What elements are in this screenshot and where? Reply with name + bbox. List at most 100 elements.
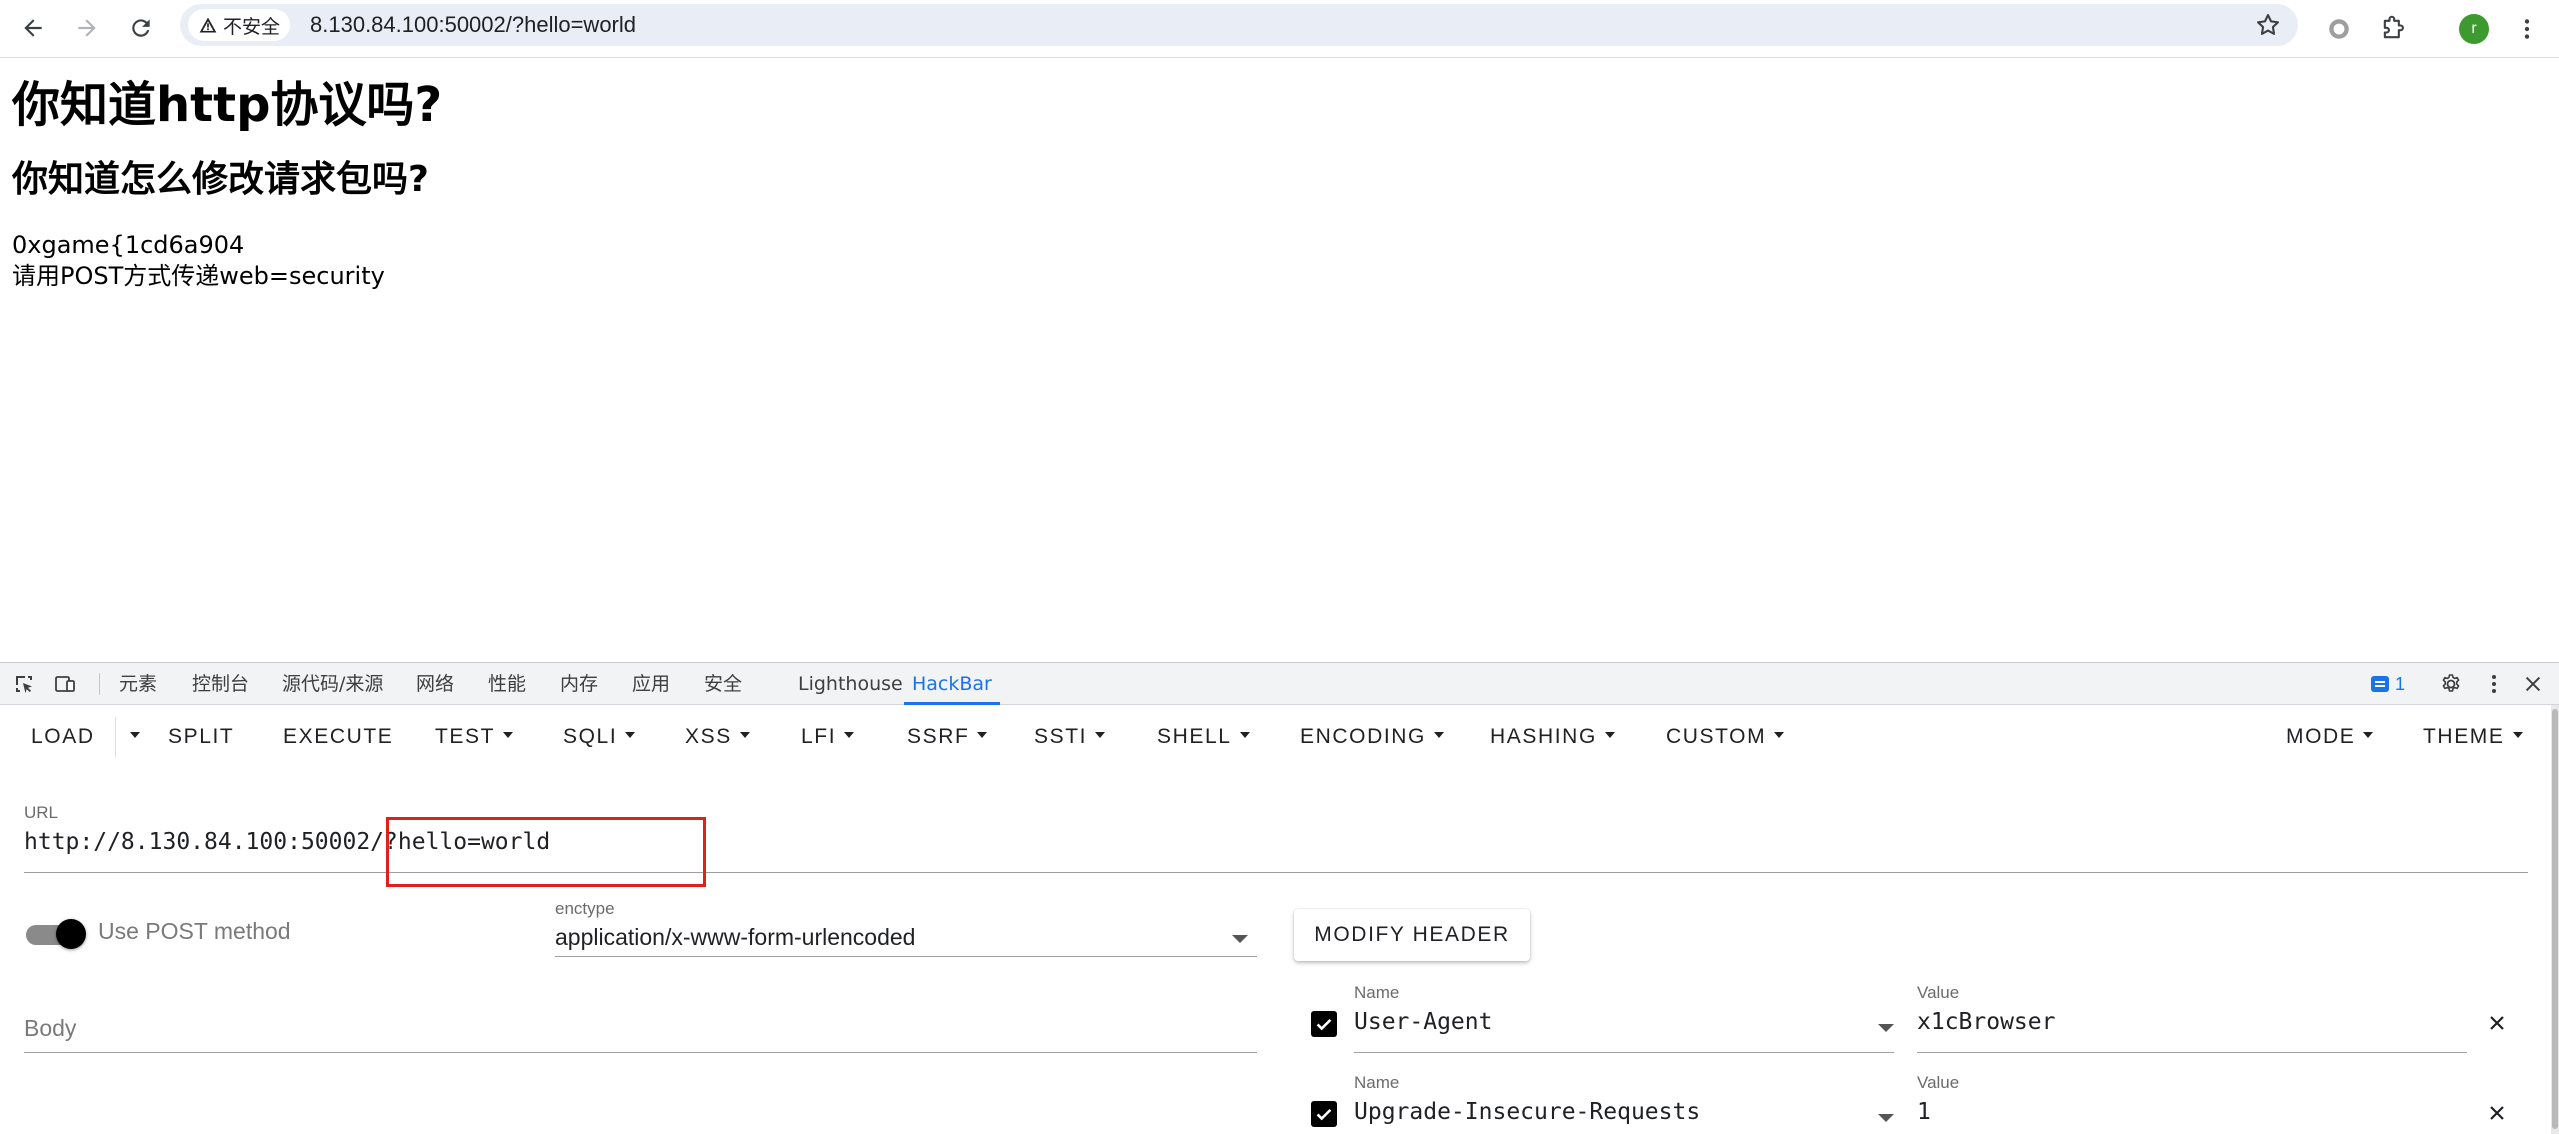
header-name-select[interactable]: User-Agent [1354,1009,1492,1035]
hackbar-ssrf-label: SSRF [907,725,970,748]
hackbar-load-dropdown[interactable] [122,705,140,769]
hackbar-split-button[interactable]: SPLIT [168,705,234,769]
hackbar-ssti-menu[interactable]: SSTI [1034,705,1106,769]
annotation-highlight-box [386,817,706,887]
chevron-down-icon [739,732,750,739]
profile-button[interactable]: r [2454,9,2494,49]
post-method-toggle[interactable] [26,919,86,949]
hackbar-load-button[interactable]: LOAD [31,705,95,769]
modify-header-button[interactable]: MODIFY HEADER [1294,909,1530,961]
security-label: 不安全 [223,16,281,38]
hackbar-ssrf-menu[interactable]: SSRF [907,705,988,769]
hackbar-encoding-menu[interactable]: ENCODING [1300,705,1444,769]
address-bar[interactable]: 不安全 8.130.84.100:50002/?hello=world [180,4,2298,46]
hackbar-custom-menu[interactable]: CUSTOM [1666,705,1785,769]
header-enabled-checkbox[interactable] [1311,1011,1337,1037]
tab-lighthouse[interactable]: Lighthouse [798,663,903,705]
post-method-label: Use POST method [98,918,291,944]
extensions-button[interactable] [2373,9,2413,49]
header-name-label: Name [1354,1073,1400,1092]
forward-button[interactable] [65,6,109,50]
hackbar-menu: LOAD SPLIT EXECUTE TEST SQLI XSS LFI SSR… [0,705,2559,769]
hackbar-scrollbar[interactable] [2551,705,2559,1134]
url-field-label: URL [24,803,59,822]
chevron-down-icon[interactable] [1878,1114,1894,1122]
hackbar-xss-label: XSS [685,725,732,748]
hackbar-hashing-menu[interactable]: HASHING [1490,705,1615,769]
body-underline [24,1052,1257,1053]
scrollbar-thumb[interactable] [2552,709,2558,1129]
chevron-down-icon [1433,732,1444,739]
chevron-down-icon [2363,732,2374,739]
close-icon [2525,676,2541,692]
extension-record-button[interactable] [2319,9,2359,49]
hackbar-sqli-menu[interactable]: SQLI [563,705,636,769]
tab-elements[interactable]: 元素 [119,663,157,705]
tab-hackbar[interactable]: HackBar [904,663,1000,705]
hackbar-hashing-label: HASHING [1490,725,1597,748]
back-button[interactable] [11,6,55,50]
reload-icon [132,19,150,37]
gear-icon [2442,674,2460,692]
header-value-input[interactable]: x1cBrowser [1917,1009,2055,1035]
bookmark-star-icon[interactable] [2254,11,2282,39]
tab-memory[interactable]: 内存 [560,663,598,705]
tab-performance[interactable]: 性能 [488,663,526,705]
chevron-down-icon [503,732,514,739]
hackbar-encoding-label: ENCODING [1300,725,1426,748]
body-input[interactable]: Body [24,1015,76,1042]
page-content: 你知道http协议吗? 你知道怎么修改请求包吗? 0xgame{1cd6a904… [12,72,442,292]
address-url[interactable]: 8.130.84.100:50002/?hello=world [310,12,636,38]
hackbar-theme-menu[interactable]: THEME [2423,705,2523,769]
page-heading-2: 你知道怎么修改请求包吗? [12,159,429,200]
devtools-settings-button[interactable] [2438,671,2464,697]
hackbar-execute-button[interactable]: EXECUTE [283,705,393,769]
chevron-down-icon [130,732,140,739]
header-value-input[interactable]: 1 [1917,1099,1931,1125]
hackbar-custom-label: CUSTOM [1666,725,1767,748]
vertical-dots-icon [2492,675,2496,693]
hackbar-shell-menu[interactable]: SHELL [1157,705,1250,769]
chevron-down-icon [1095,732,1106,739]
checkmark-icon [1316,1108,1332,1121]
header-name-select[interactable]: Upgrade-Insecure-Requests [1354,1099,1700,1125]
hackbar-xss-menu[interactable]: XSS [685,705,750,769]
hackbar-lfi-menu[interactable]: LFI [801,705,855,769]
forward-arrow-icon [78,19,96,37]
header-enabled-checkbox[interactable] [1311,1101,1337,1127]
enctype-select[interactable]: application/x-www-form-urlencoded [555,924,915,951]
tab-network[interactable]: 网络 [416,663,454,705]
chevron-down-icon [1774,732,1785,739]
chevron-down-icon[interactable] [1878,1024,1894,1032]
security-chip[interactable]: 不安全 [188,9,291,41]
hint-text: 请用POST方式传递web=security [12,262,385,290]
hackbar-theme-label: THEME [2423,725,2505,748]
devtools-panel: 元素 控制台 源代码/来源 网络 性能 内存 应用 安全 Lighthouse … [0,662,2559,1134]
tab-security[interactable]: 安全 [704,663,742,705]
chevron-down-icon[interactable] [1232,935,1248,943]
hackbar-test-menu[interactable]: TEST [435,705,514,769]
reload-button[interactable] [119,6,163,50]
checkmark-icon [1316,1018,1332,1031]
back-arrow-icon [24,19,42,37]
hackbar-test-label: TEST [435,725,496,748]
tab-sources[interactable]: 源代码/来源 [282,663,383,705]
hackbar-lfi-label: LFI [801,725,837,748]
chevron-down-icon [625,732,636,739]
tab-application[interactable]: 应用 [632,663,670,705]
tab-console[interactable]: 控制台 [192,663,249,705]
issues-counter[interactable]: 1 [2371,672,2405,696]
hackbar-mode-menu[interactable]: MODE [2286,705,2374,769]
issue-message-icon [2371,676,2389,692]
record-circle-icon [2329,19,2349,39]
devtools-more-button[interactable] [2481,671,2507,697]
device-toolbar-icon[interactable] [52,671,78,697]
remove-header-close-icon[interactable] [2485,1101,2509,1125]
remove-header-close-icon[interactable] [2485,1011,2509,1035]
devtools-close-button[interactable] [2520,671,2546,697]
chevron-down-icon [1239,732,1250,739]
chevron-down-icon [844,732,855,739]
hackbar-sqli-label: SQLI [563,725,618,748]
inspect-element-icon[interactable] [11,671,37,697]
browser-menu-button[interactable] [2507,9,2547,49]
